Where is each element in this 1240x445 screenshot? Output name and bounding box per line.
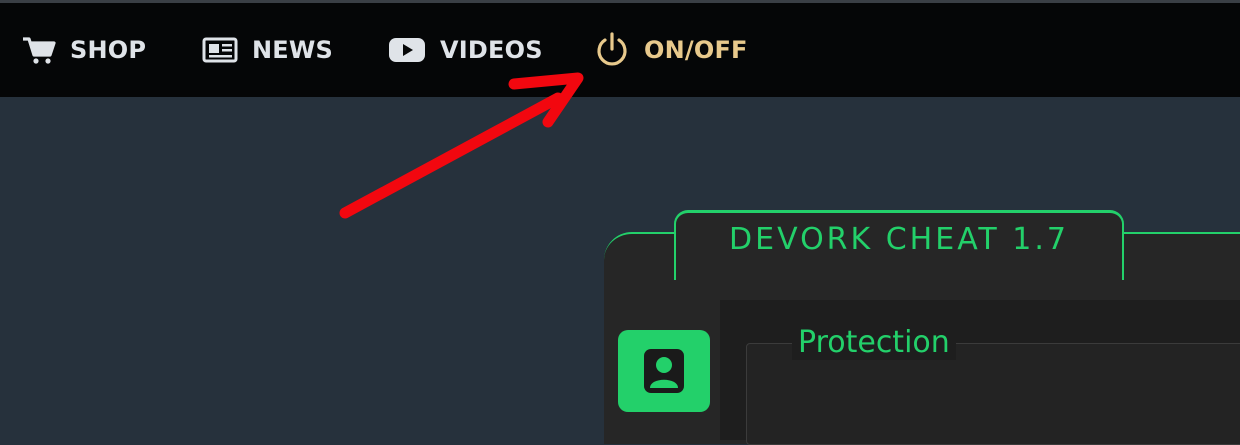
- power-icon: [594, 31, 630, 69]
- nav-item-videos[interactable]: VIDEOS: [388, 3, 543, 97]
- nav-label-shop: SHOP: [70, 36, 147, 64]
- newspaper-icon: [202, 36, 238, 64]
- nav-item-news[interactable]: NEWS: [202, 3, 333, 97]
- user-icon: [641, 346, 687, 396]
- youtube-icon: [388, 36, 426, 64]
- nav-label-videos: VIDEOS: [440, 36, 543, 64]
- window-title: DEVORK CHEAT 1.7: [729, 222, 1069, 257]
- nav-label-on-off: ON/OFF: [644, 36, 748, 64]
- user-sidebar-button[interactable]: [618, 330, 710, 412]
- nav-item-on-off[interactable]: ON/OFF: [594, 3, 748, 97]
- nav-label-news: NEWS: [252, 36, 334, 64]
- protection-label: Protection: [792, 325, 956, 360]
- top-navbar: SHOP NEWS VIDEOS ON/OFF: [0, 3, 1240, 97]
- cart-icon: [22, 35, 56, 65]
- nav-item-shop[interactable]: SHOP: [22, 3, 146, 97]
